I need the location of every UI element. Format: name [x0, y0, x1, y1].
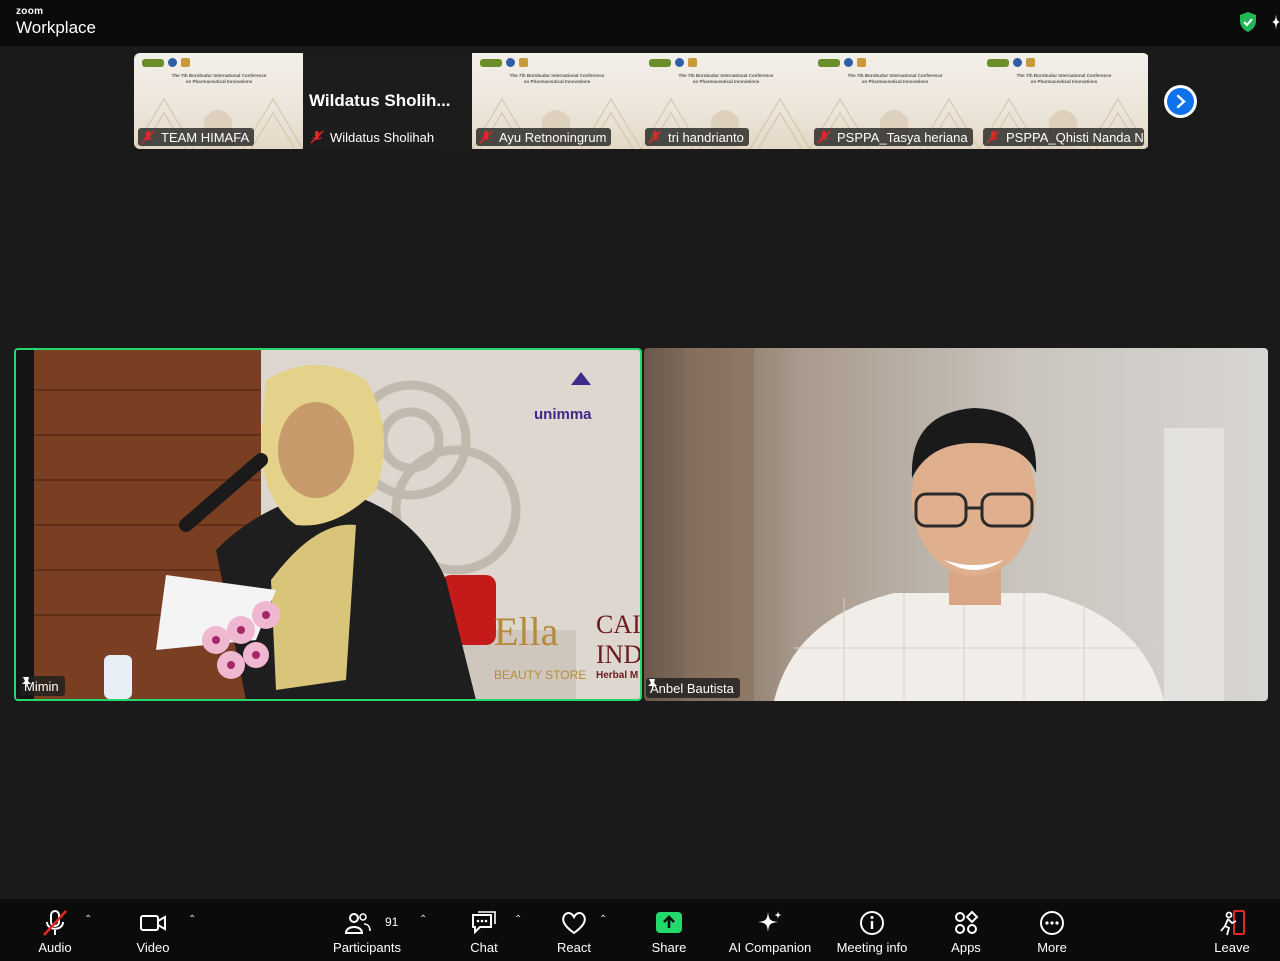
more-button[interactable]: More	[1028, 899, 1076, 961]
backdrop-brand-ella: Ella	[494, 609, 559, 654]
heart-icon	[562, 912, 586, 935]
next-page-button[interactable]	[1164, 85, 1197, 118]
backdrop-logo-unimma: unimma	[534, 406, 592, 423]
apps-icon	[955, 910, 979, 934]
participant-thumbnail[interactable]: The 7th Borobudur International Conferen…	[472, 53, 641, 149]
mic-muted-icon	[648, 130, 662, 144]
participants-icon	[344, 913, 371, 934]
participant-video-feed	[644, 348, 1268, 701]
participants-options-caret[interactable]: ⌃	[419, 914, 427, 925]
pin-icon	[648, 679, 657, 690]
react-label: React	[557, 940, 591, 955]
participant-name-label: TEAM HIMAFA	[138, 128, 255, 146]
share-label: Share	[651, 940, 687, 955]
chat-button[interactable]: Chat	[462, 899, 506, 961]
pin-icon	[22, 677, 31, 688]
ai-companion-button[interactable]: AI Companion	[724, 899, 816, 961]
participant-name-label: PSPPA_Tasya heriana	[814, 128, 973, 146]
participant-thumbnail[interactable]: The 7th Borobudur International Conferen…	[979, 53, 1148, 149]
leave-button[interactable]: Leave	[1208, 899, 1256, 961]
participant-name-label: Anbel Bautista	[646, 678, 740, 698]
meeting-info-label: Meeting info	[836, 940, 908, 955]
meeting-controls-toolbar: Audio ⌃ Video ⌃ Participants 91 ⌃ Chat ⌃…	[0, 899, 1280, 961]
encryption-shield-icon[interactable]	[1238, 11, 1258, 33]
video-label: Video	[136, 940, 170, 955]
participant-name-label: Ayu Retnoningrum	[476, 128, 612, 146]
share-button[interactable]: Share	[644, 899, 694, 961]
more-label: More	[1037, 940, 1067, 955]
apps-button[interactable]: Apps	[942, 899, 990, 961]
video-camera-icon	[140, 915, 166, 931]
mic-muted-icon	[43, 910, 67, 936]
share-screen-icon	[656, 912, 682, 933]
participant-name-label: Wildatus Sholihah	[307, 128, 440, 146]
backdrop-brand-text-2: IND	[596, 640, 642, 669]
leave-label: Leave	[1214, 940, 1250, 955]
backdrop-brand-text-3: Herbal M	[596, 670, 639, 681]
mic-muted-icon	[310, 130, 324, 144]
participant-thumbnail[interactable]: Wildatus Sholih... Wildatus Sholihah	[303, 53, 472, 149]
meeting-info-button[interactable]: Meeting info	[830, 899, 914, 961]
conference-logos	[987, 58, 1035, 67]
leave-icon	[1220, 910, 1245, 936]
top-bar: zoom Workplace	[0, 0, 1280, 46]
chat-label: Chat	[470, 940, 498, 955]
conference-logos	[649, 58, 697, 67]
sparkle-icon[interactable]	[1266, 12, 1280, 32]
apps-label: Apps	[951, 940, 981, 955]
react-options-caret[interactable]: ⌃	[599, 914, 607, 925]
video-options-caret[interactable]: ⌃	[188, 914, 196, 925]
audio-label: Audio	[38, 940, 72, 955]
conference-logos	[142, 58, 190, 67]
brand-small: zoom	[16, 6, 44, 17]
mic-muted-icon	[817, 130, 831, 144]
audio-options-caret[interactable]: ⌃	[84, 914, 92, 925]
participant-name-label: tri handrianto	[645, 128, 749, 146]
participants-label: Participants	[333, 940, 401, 955]
video-button[interactable]: Video	[124, 899, 182, 961]
chat-options-caret[interactable]: ⌃	[514, 914, 522, 925]
chevron-right-icon	[1176, 94, 1186, 109]
participant-name-label: PSPPA_Qhisti Nanda N...	[983, 128, 1144, 146]
ai-companion-label: AI Companion	[728, 940, 812, 955]
mic-muted-icon	[986, 130, 1000, 144]
backdrop-brand-text-1: CAI	[596, 610, 641, 639]
video-tile[interactable]: Anbel Bautista	[644, 348, 1268, 701]
audio-button[interactable]: Audio	[24, 899, 86, 961]
participant-name-label: Mimin	[20, 676, 65, 696]
participant-thumbnail[interactable]: The 7th Borobudur International Conferen…	[134, 53, 303, 149]
more-icon	[1040, 911, 1064, 935]
participants-count: 91	[385, 915, 399, 929]
zoom-logo: zoom Workplace	[16, 6, 96, 37]
conference-logos	[818, 58, 866, 67]
info-icon	[860, 911, 884, 935]
participant-display-name: Wildatus Sholih...	[309, 91, 451, 110]
conference-logos	[480, 58, 528, 67]
participant-thumbnail[interactable]: The 7th Borobudur International Conferen…	[810, 53, 979, 149]
backdrop-brand-ella-sub: BEAUTY STORE	[494, 668, 587, 682]
mic-muted-icon	[479, 130, 493, 144]
brand-name: Workplace	[16, 18, 96, 37]
participant-thumbnail[interactable]: The 7th Borobudur International Conferen…	[641, 53, 810, 149]
ai-sparkle-icon	[758, 911, 782, 932]
chat-icon	[472, 911, 496, 935]
participant-thumbnail-strip: The 7th Borobudur International Conferen…	[134, 53, 1149, 149]
mic-muted-icon	[141, 130, 155, 144]
participants-button[interactable]: Participants	[330, 899, 404, 961]
video-tile-active-speaker[interactable]: unimma Ella BEAUTY STORE CAI IND Herbal …	[14, 348, 642, 701]
react-button[interactable]: React	[552, 899, 596, 961]
